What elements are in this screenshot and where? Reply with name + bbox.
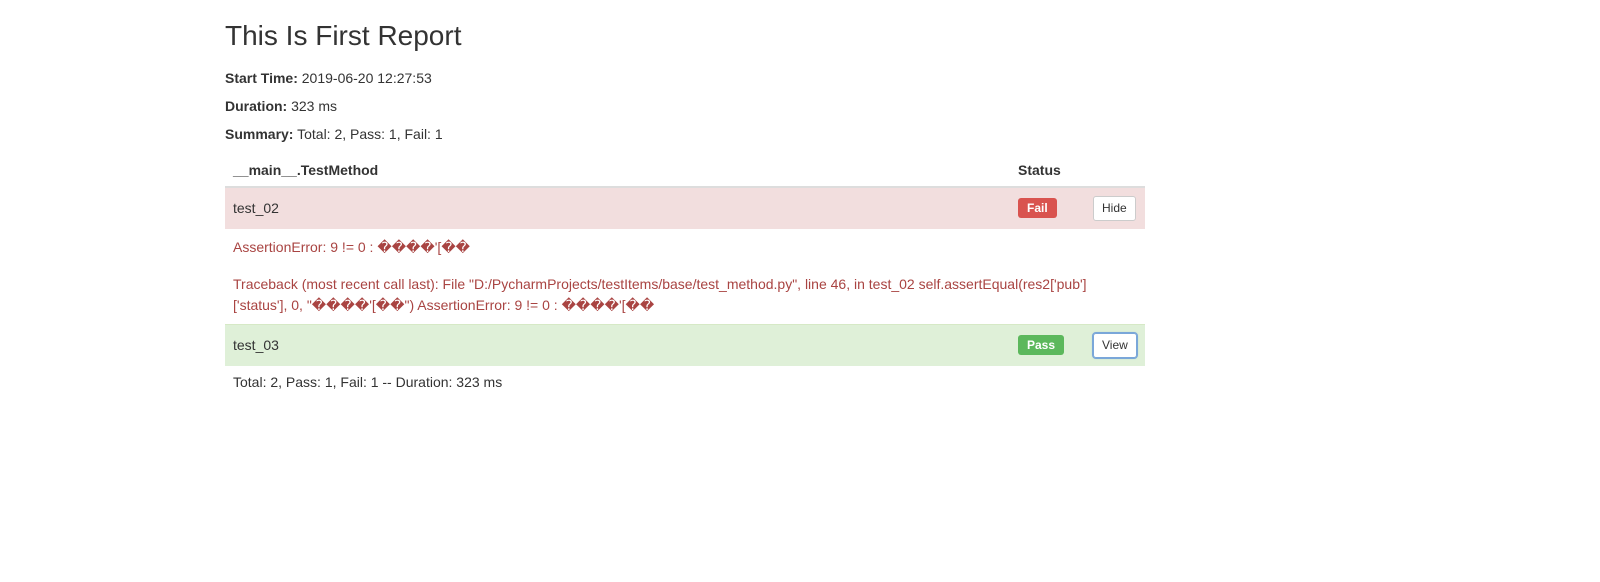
footer-summary: Total: 2, Pass: 1, Fail: 1 -- Duration: …: [225, 366, 1145, 398]
traceback-text: Traceback (most recent call last): File …: [225, 266, 1145, 325]
status-cell: Pass: [1010, 324, 1085, 365]
report-container: This Is First Report Start Time: 2019-06…: [225, 0, 1145, 398]
start-time-value: 2019-06-20 12:27:53: [302, 70, 432, 86]
view-button[interactable]: View: [1093, 333, 1137, 358]
header-action: [1085, 154, 1145, 187]
status-badge-fail: Fail: [1018, 198, 1057, 218]
footer-row: Total: 2, Pass: 1, Fail: 1 -- Duration: …: [225, 366, 1145, 398]
duration-line: Duration: 323 ms: [225, 98, 1145, 114]
table-header-row: __main__.TestMethod Status: [225, 154, 1145, 187]
action-cell: Hide: [1085, 187, 1145, 229]
status-cell: Fail: [1010, 187, 1085, 229]
test-name-cell: test_03: [225, 324, 1010, 365]
assertion-row: AssertionError: 9 != 0 : ����'[��: [225, 229, 1145, 266]
summary-value: Total: 2, Pass: 1, Fail: 1: [297, 126, 443, 142]
header-status: Status: [1010, 154, 1085, 187]
start-time-label: Start Time:: [225, 70, 298, 86]
header-test-name: __main__.TestMethod: [225, 154, 1010, 187]
action-cell: View: [1085, 324, 1145, 365]
results-table: __main__.TestMethod Status test_02 Fail …: [225, 154, 1145, 398]
summary-label: Summary:: [225, 126, 293, 142]
assertion-text: AssertionError: 9 != 0 : ����'[��: [225, 229, 1145, 266]
test-name-cell: test_02: [225, 187, 1010, 229]
traceback-row: Traceback (most recent call last): File …: [225, 266, 1145, 325]
hide-button[interactable]: Hide: [1093, 196, 1136, 221]
report-title: This Is First Report: [225, 20, 1145, 52]
start-time-line: Start Time: 2019-06-20 12:27:53: [225, 70, 1145, 86]
status-badge-pass: Pass: [1018, 335, 1064, 355]
summary-line: Summary: Total: 2, Pass: 1, Fail: 1: [225, 126, 1145, 142]
duration-value: 323 ms: [291, 98, 337, 114]
duration-label: Duration:: [225, 98, 287, 114]
table-row: test_02 Fail Hide: [225, 187, 1145, 229]
table-row: test_03 Pass View: [225, 324, 1145, 365]
